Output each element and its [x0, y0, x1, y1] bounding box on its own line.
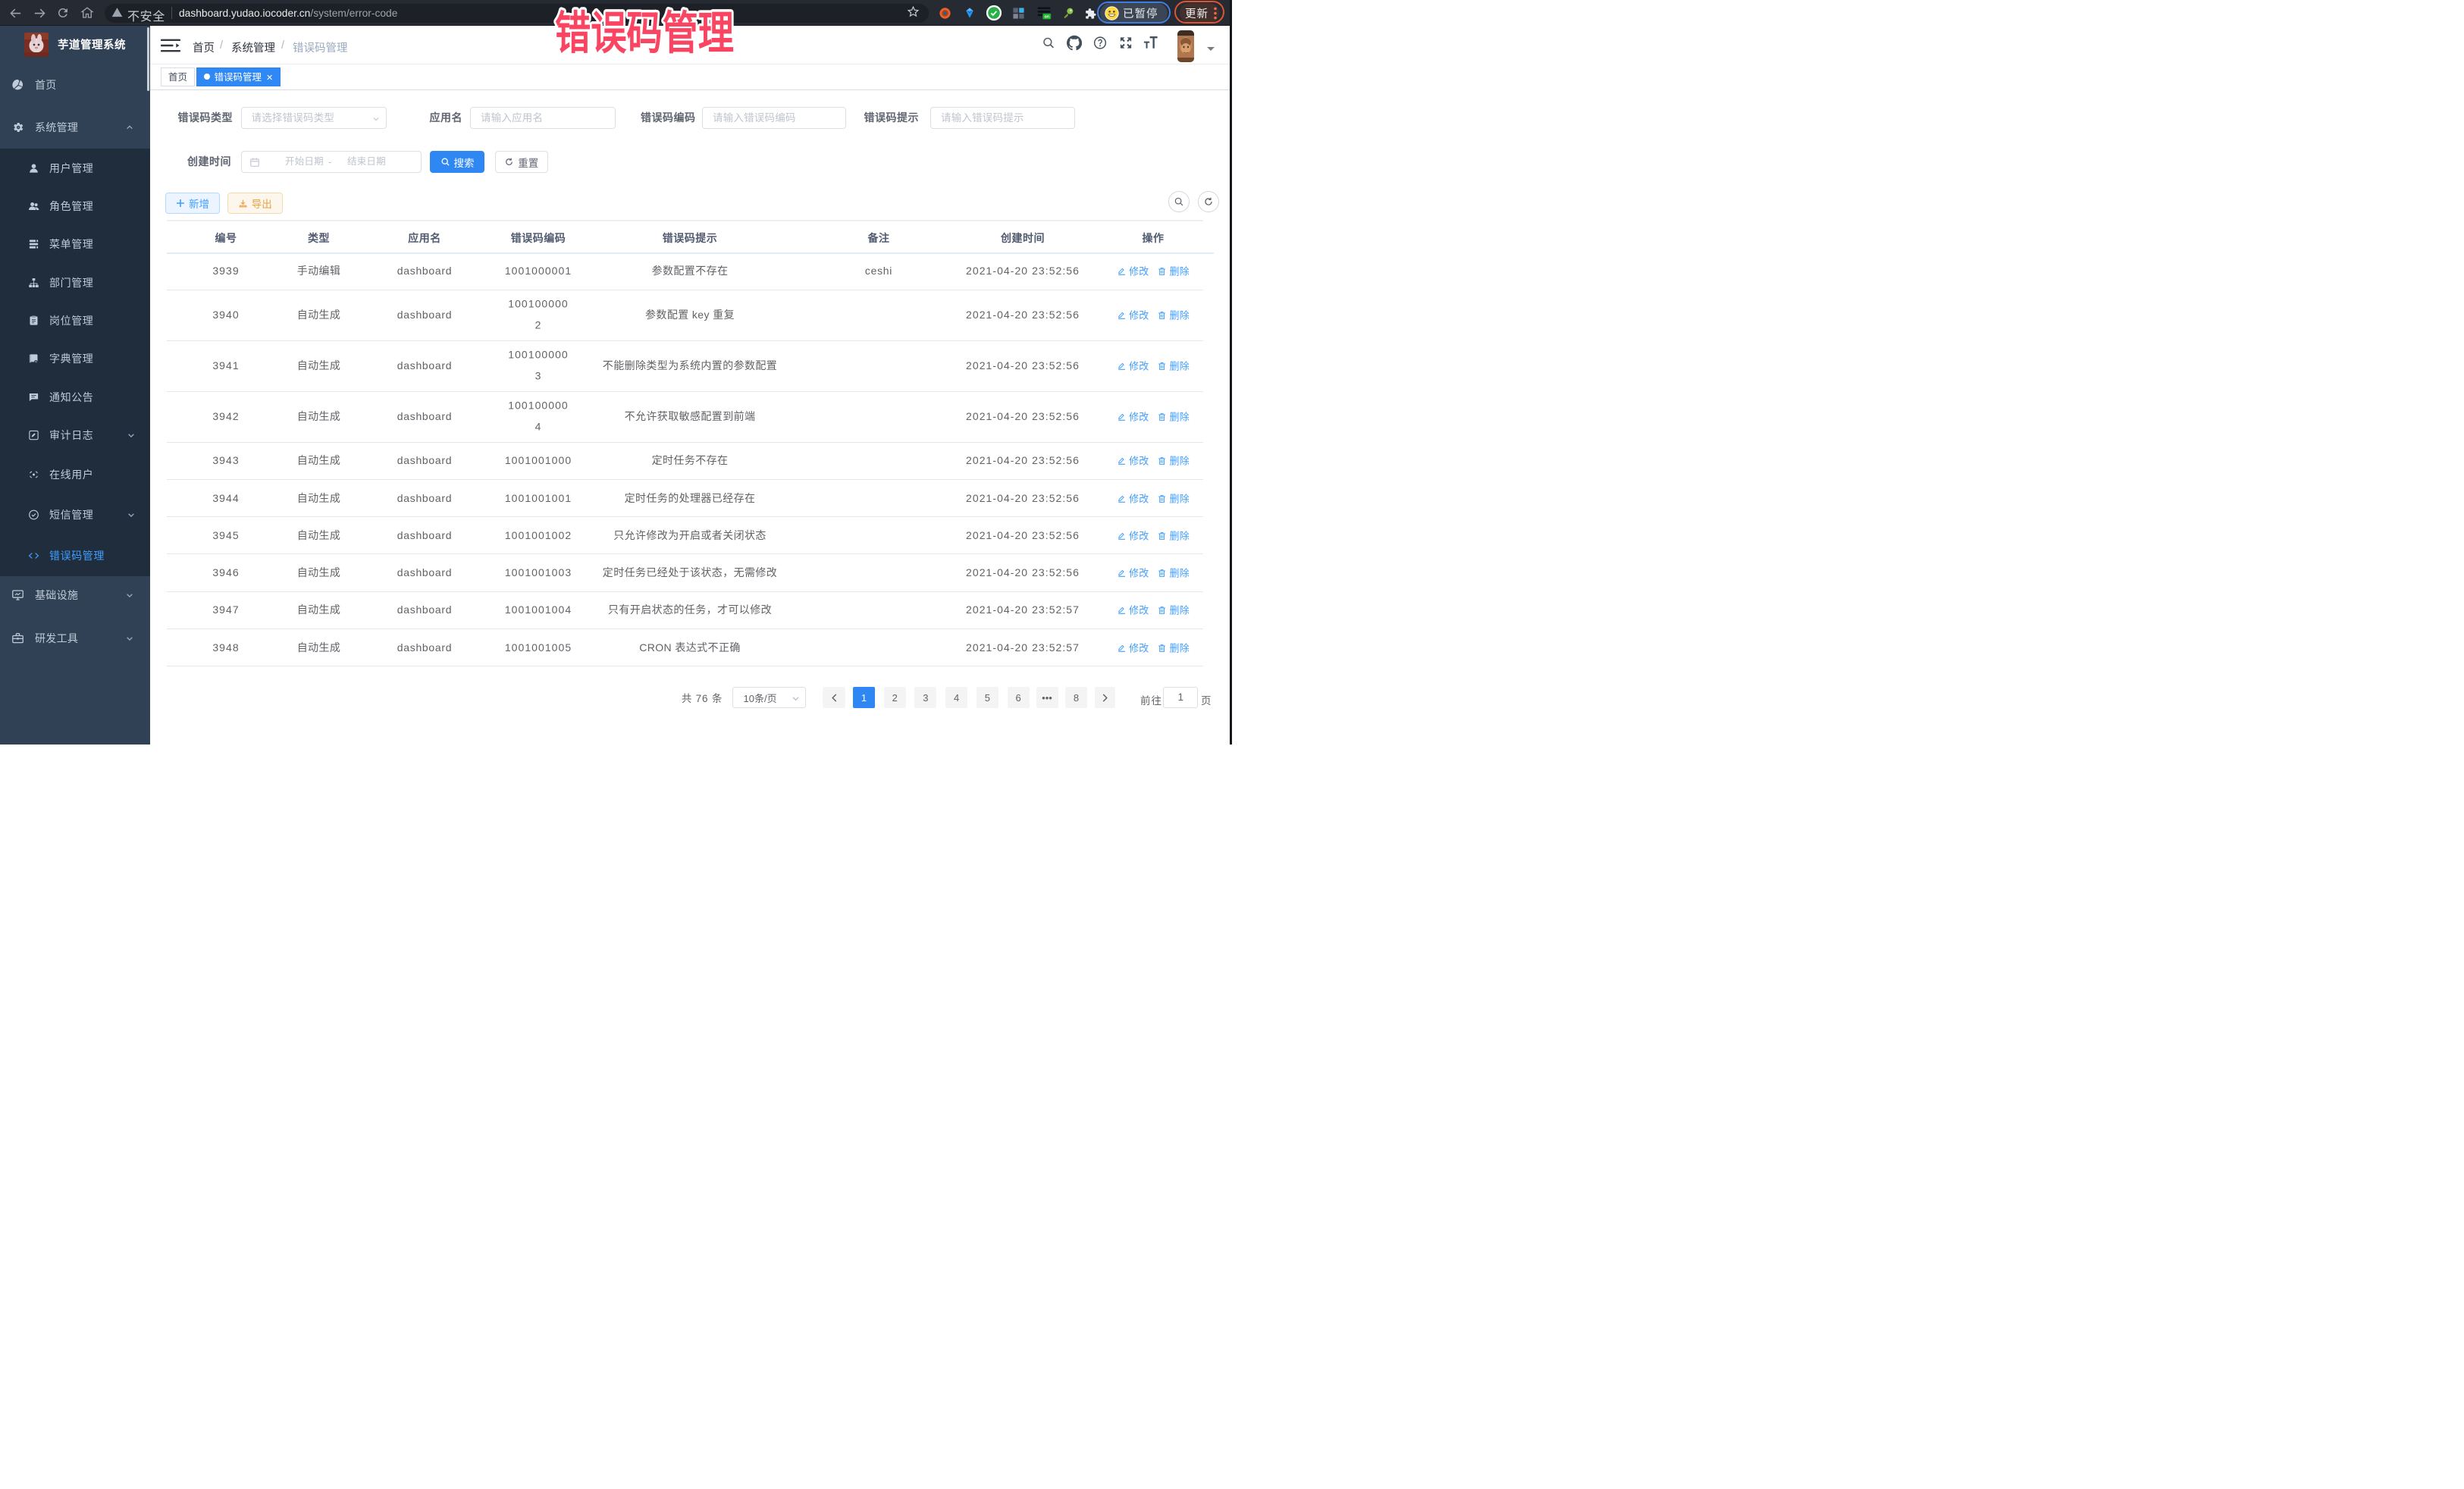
svg-text:on: on	[1044, 15, 1049, 20]
svg-text:错误码管理: 错误码管理	[555, 8, 734, 59]
